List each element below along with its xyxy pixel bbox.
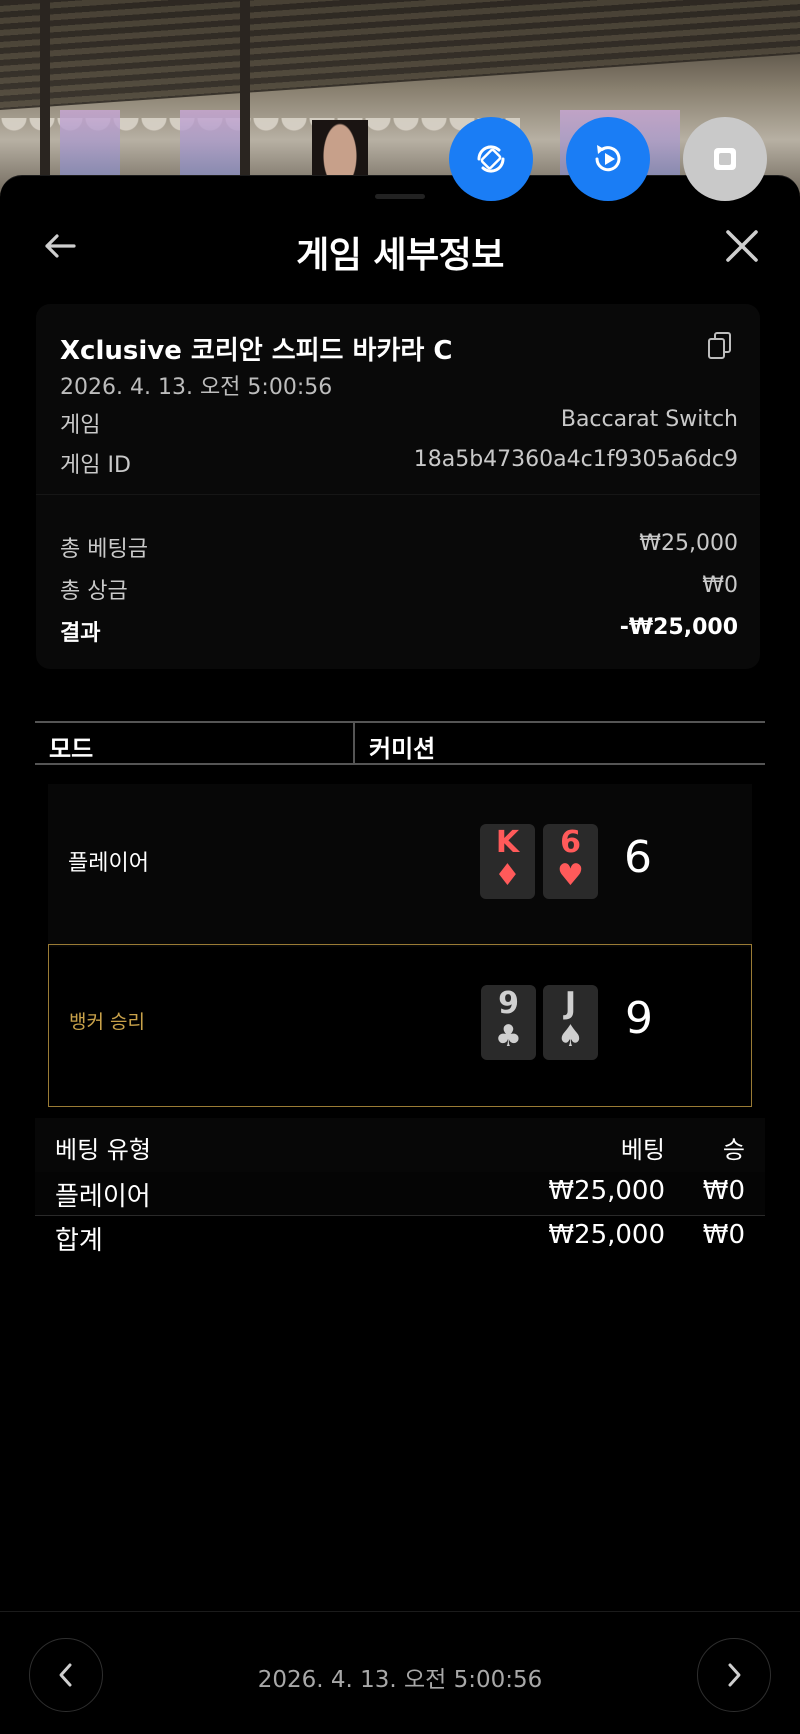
commission-column-header: 커미션: [369, 735, 436, 763]
game-summary-card: Xclusive 코리안 스피드 바카라 C 2026. 4. 13. 오전 5…: [36, 304, 760, 669]
club-suit-icon: ♣: [495, 1019, 522, 1054]
copy-icon: [708, 332, 731, 359]
game-date: 2026. 4. 13. 오전 5:00:56: [60, 375, 333, 400]
banker-score: 9: [625, 993, 653, 1044]
header: 게임 세부정보: [0, 214, 800, 284]
player-hand-row: 플레이어 K ♦ 6 ♥ 6: [48, 784, 752, 947]
bet-amount-header: 베팅: [620, 1136, 665, 1164]
live-video-background: [0, 0, 800, 200]
heart-suit-icon: ♥: [557, 858, 584, 893]
playing-card: 6 ♥: [543, 824, 598, 899]
copy-button[interactable]: [702, 328, 738, 364]
mode-table-header: 모드 커미션: [35, 721, 765, 765]
pole-decor: [40, 0, 50, 200]
playing-card: K ♦: [480, 824, 535, 899]
card-rank: K: [495, 825, 520, 860]
win-amount-header: 승: [722, 1136, 745, 1164]
banker-win-label: 뱅커 승리: [69, 1011, 145, 1033]
total-win-amount: ₩0: [702, 1220, 745, 1250]
awning-decor: [0, 0, 800, 111]
total-bet-label: 총 베팅금: [60, 537, 148, 562]
playing-card: 9 ♣: [481, 985, 536, 1060]
table-row: 플레이어 ₩25,000 ₩0: [35, 1172, 765, 1216]
stop-icon: [714, 148, 736, 170]
game-value: Baccarat Switch: [560, 407, 738, 432]
column-separator: [353, 723, 355, 763]
game-id-value: 18a5b47360a4c1f9305a6dc9: [413, 447, 738, 472]
total-row: 합계 ₩25,000 ₩0: [35, 1216, 765, 1260]
bets-table-header: 베팅 유형 베팅 승: [35, 1118, 765, 1172]
playing-card: J ♠: [543, 985, 598, 1060]
result-row: 결과 -₩25,000: [60, 615, 738, 646]
total-win-value: ₩0: [702, 573, 738, 598]
result-value: -₩25,000: [619, 615, 738, 640]
diamond-suit-icon: ♦: [494, 858, 521, 893]
game-name: Xclusive 코리안 스피드 바카라 C: [60, 336, 453, 366]
footer-navigation: 2026. 4. 13. 오전 5:00:56: [0, 1611, 800, 1734]
game-row: 게임 Baccarat Switch: [60, 407, 738, 438]
banker-hand-row: 뱅커 승리 9 ♣ J ♠ 9: [48, 944, 752, 1107]
spade-suit-icon: ♠: [557, 1019, 584, 1054]
total-bet-row: 총 베팅금 ₩25,000: [60, 531, 738, 562]
divider: [36, 494, 760, 495]
bets-table: 베팅 유형 베팅 승 플레이어 ₩25,000 ₩0 합계 ₩25,000 ₩0: [35, 1118, 765, 1260]
rotate-button[interactable]: [449, 117, 533, 201]
total-bet-amount: ₩25,000: [548, 1220, 665, 1250]
game-id-label: 게임 ID: [60, 453, 131, 478]
chevron-right-icon: [728, 1663, 741, 1687]
win-amount: ₩0: [702, 1176, 745, 1206]
page-title: 게임 세부정보: [296, 235, 504, 276]
mode-column-header: 모드: [49, 735, 94, 763]
player-label: 플레이어: [68, 851, 149, 876]
bet-type-header: 베팅 유형: [55, 1136, 151, 1164]
player-score: 6: [624, 832, 652, 883]
card-rank: 9: [498, 986, 519, 1021]
card-rank: 6: [560, 825, 581, 860]
game-label: 게임: [60, 413, 101, 438]
footer-date: 2026. 4. 13. 오전 5:00:56: [257, 1667, 543, 1693]
close-button[interactable]: [720, 224, 764, 268]
card-rank: J: [564, 986, 577, 1021]
total-bet-value: ₩25,000: [639, 531, 738, 556]
next-game-button[interactable]: [697, 1638, 771, 1712]
game-id-row: 게임 ID 18a5b47360a4c1f9305a6dc9: [60, 447, 738, 478]
bet-type: 플레이어: [55, 1182, 151, 1212]
game-details-sheet: 게임 세부정보 Xclusive 코리안 스피드 바카라 C 2026. 4. …: [0, 175, 800, 1734]
stop-button[interactable]: [683, 117, 767, 201]
replay-icon: [595, 145, 621, 172]
bet-amount: ₩25,000: [548, 1176, 665, 1206]
close-icon: [726, 230, 758, 262]
rotate-phone-icon: [477, 145, 505, 173]
sheet-grabber[interactable]: [375, 194, 425, 199]
replay-button[interactable]: [566, 117, 650, 201]
result-label: 결과: [60, 621, 101, 646]
pole-decor: [240, 0, 250, 200]
total-win-label: 총 상금: [60, 579, 128, 604]
total-win-row: 총 상금 ₩0: [60, 573, 738, 604]
total-label: 합계: [55, 1226, 103, 1256]
